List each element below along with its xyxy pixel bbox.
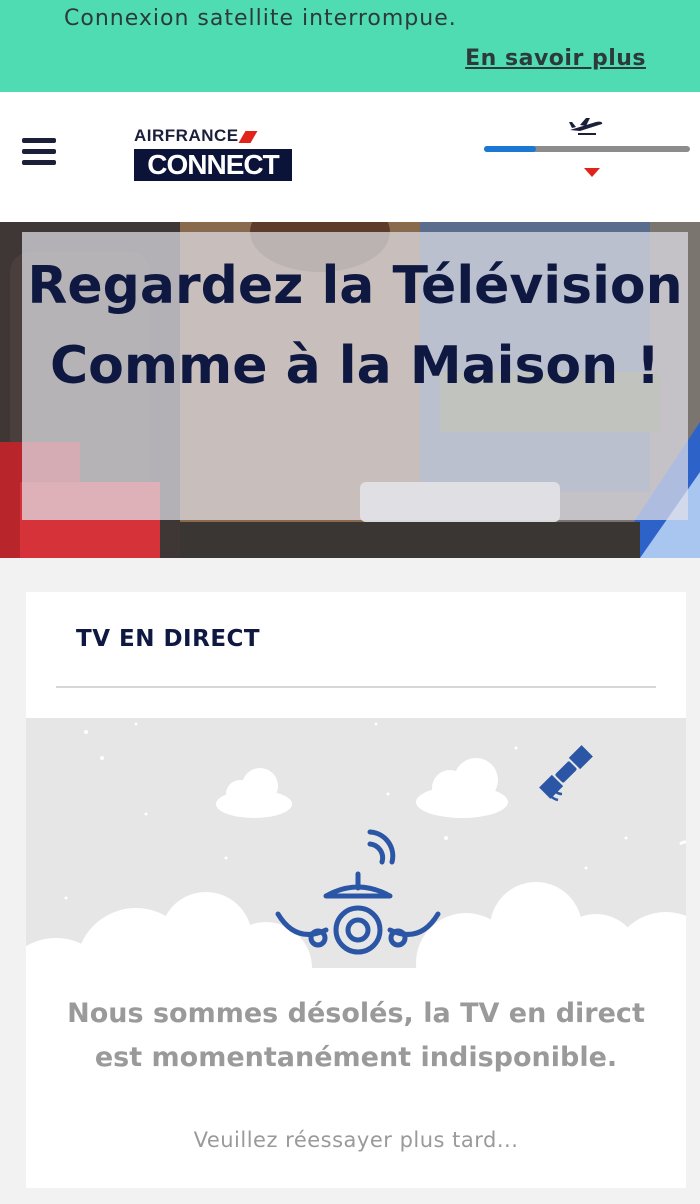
flight-progress-track [484, 146, 690, 152]
airplane-takeoff-icon [569, 118, 603, 135]
hamburger-menu-icon[interactable] [22, 138, 56, 168]
banner-message: Connexion satellite interrompue. [64, 6, 457, 31]
live-tv-card: TV EN DIRECT Nous sommes désolés, la TV … [26, 592, 686, 1188]
learn-more-link[interactable]: En savoir plus [465, 46, 646, 71]
flight-progress[interactable] [482, 116, 692, 186]
error-message: Nous sommes désolés, la TV en direct est… [67, 998, 645, 1073]
hero-title: Regardez la Télévision Comme à la Maison… [27, 256, 683, 396]
card-title: TV EN DIRECT [76, 626, 261, 652]
card-divider [56, 686, 656, 688]
cloud-icon [216, 758, 508, 818]
logo-bottom-text: CONNECT [134, 149, 292, 181]
status-banner: Connexion satellite interrompue. En savo… [0, 0, 700, 92]
unavailable-illustration: Nous sommes désolés, la TV en direct est… [26, 718, 686, 1188]
chevron-down-icon[interactable] [584, 168, 600, 177]
airfrance-connect-logo[interactable]: AIRFRANCE CONNECT [134, 126, 296, 188]
logo-top-text: AIRFRANCE [134, 126, 239, 145]
app-header: AIRFRANCE CONNECT [0, 92, 700, 222]
retry-message: Veuillez réessayer plus tard... [193, 1128, 519, 1152]
flight-progress-fill [484, 146, 536, 152]
hero-banner: Regardez la Télévision Comme à la Maison… [0, 222, 700, 558]
airplane-wifi-icon [275, 829, 441, 955]
